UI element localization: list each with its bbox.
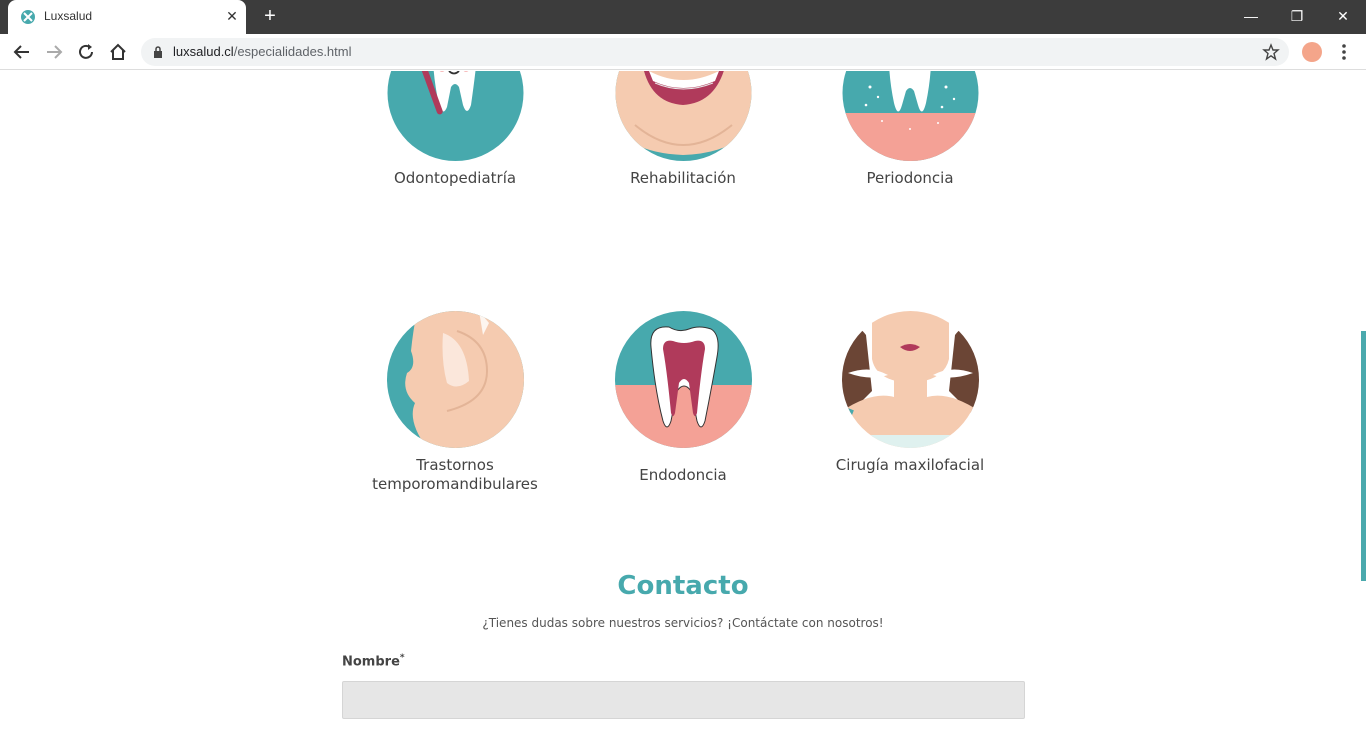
reload-icon[interactable] <box>75 41 97 63</box>
minimize-button[interactable]: — <box>1241 6 1261 26</box>
menu-dots-icon[interactable] <box>1336 42 1352 62</box>
tab-strip: Luxsalud ✕ + — ❐ ✕ <box>0 0 1366 34</box>
specialty-endodoncia[interactable]: Endodoncia <box>583 311 783 485</box>
specialty-label: Cirugía maxilofacial <box>835 456 985 474</box>
bookmark-star-icon[interactable] <box>1262 43 1280 61</box>
specialty-label: Trastornos temporomandibulares <box>372 456 538 493</box>
specialty-label: Rehabilitación <box>630 169 736 187</box>
specialty-label: Odontopediatría <box>393 169 517 187</box>
specialty-label: Endodoncia <box>639 466 727 484</box>
back-arrow-icon[interactable] <box>11 41 33 63</box>
required-mark: * <box>399 653 405 663</box>
new-tab-button[interactable]: + <box>260 6 280 26</box>
gum-tooth-icon <box>842 71 978 161</box>
url-host: luxsalud.cl <box>173 44 234 59</box>
tab-close-icon[interactable]: ✕ <box>224 8 240 24</box>
profile-avatar[interactable] <box>1302 42 1322 62</box>
specialty-cirugia[interactable]: Cirugía maxilofacial <box>810 311 1010 475</box>
jaw-icon <box>386 311 524 448</box>
specialty-odontopediatria[interactable]: Odontopediatría <box>355 71 555 188</box>
name-label-text: Nombre <box>342 654 400 670</box>
child-tooth-icon <box>387 71 523 161</box>
close-window-button[interactable]: ✕ <box>1333 6 1353 26</box>
name-input[interactable] <box>342 681 1025 719</box>
page-content: Odontopediatría Rehabilitación Periodonc… <box>0 71 1366 738</box>
specialty-rehabilitacion[interactable]: Rehabilitación <box>583 71 783 188</box>
lock-icon <box>154 46 162 58</box>
specialty-label: Periodoncia <box>866 169 954 187</box>
home-icon[interactable] <box>107 41 129 63</box>
address-bar[interactable]: luxsalud.cl/especialidades.html <box>141 38 1289 66</box>
smile-icon <box>615 71 751 161</box>
restore-button[interactable]: ❐ <box>1287 6 1307 26</box>
specialty-trastornos[interactable]: Trastornos temporomandibulares <box>355 311 555 494</box>
contact-subtitle: ¿Tienes dudas sobre nuestros servicios? … <box>482 616 884 630</box>
scrollbar[interactable] <box>1361 71 1366 738</box>
name-field-label: Nombre* <box>342 653 405 669</box>
scrollbar-thumb[interactable] <box>1361 331 1366 581</box>
specialty-periodoncia[interactable]: Periodoncia <box>810 71 1010 188</box>
browser-toolbar: luxsalud.cl/especialidades.html <box>0 34 1366 70</box>
url-text: luxsalud.cl/especialidades.html <box>173 44 352 59</box>
forward-arrow-icon[interactable] <box>43 41 65 63</box>
root-canal-icon <box>614 311 752 448</box>
contact-title: Contacto <box>617 571 749 601</box>
face-surgery-icon <box>841 311 979 448</box>
browser-tab[interactable]: Luxsalud ✕ <box>8 0 246 34</box>
url-path: /especialidades.html <box>233 44 352 59</box>
luxsalud-favicon-icon <box>21 10 35 24</box>
tab-title: Luxsalud <box>44 9 93 23</box>
